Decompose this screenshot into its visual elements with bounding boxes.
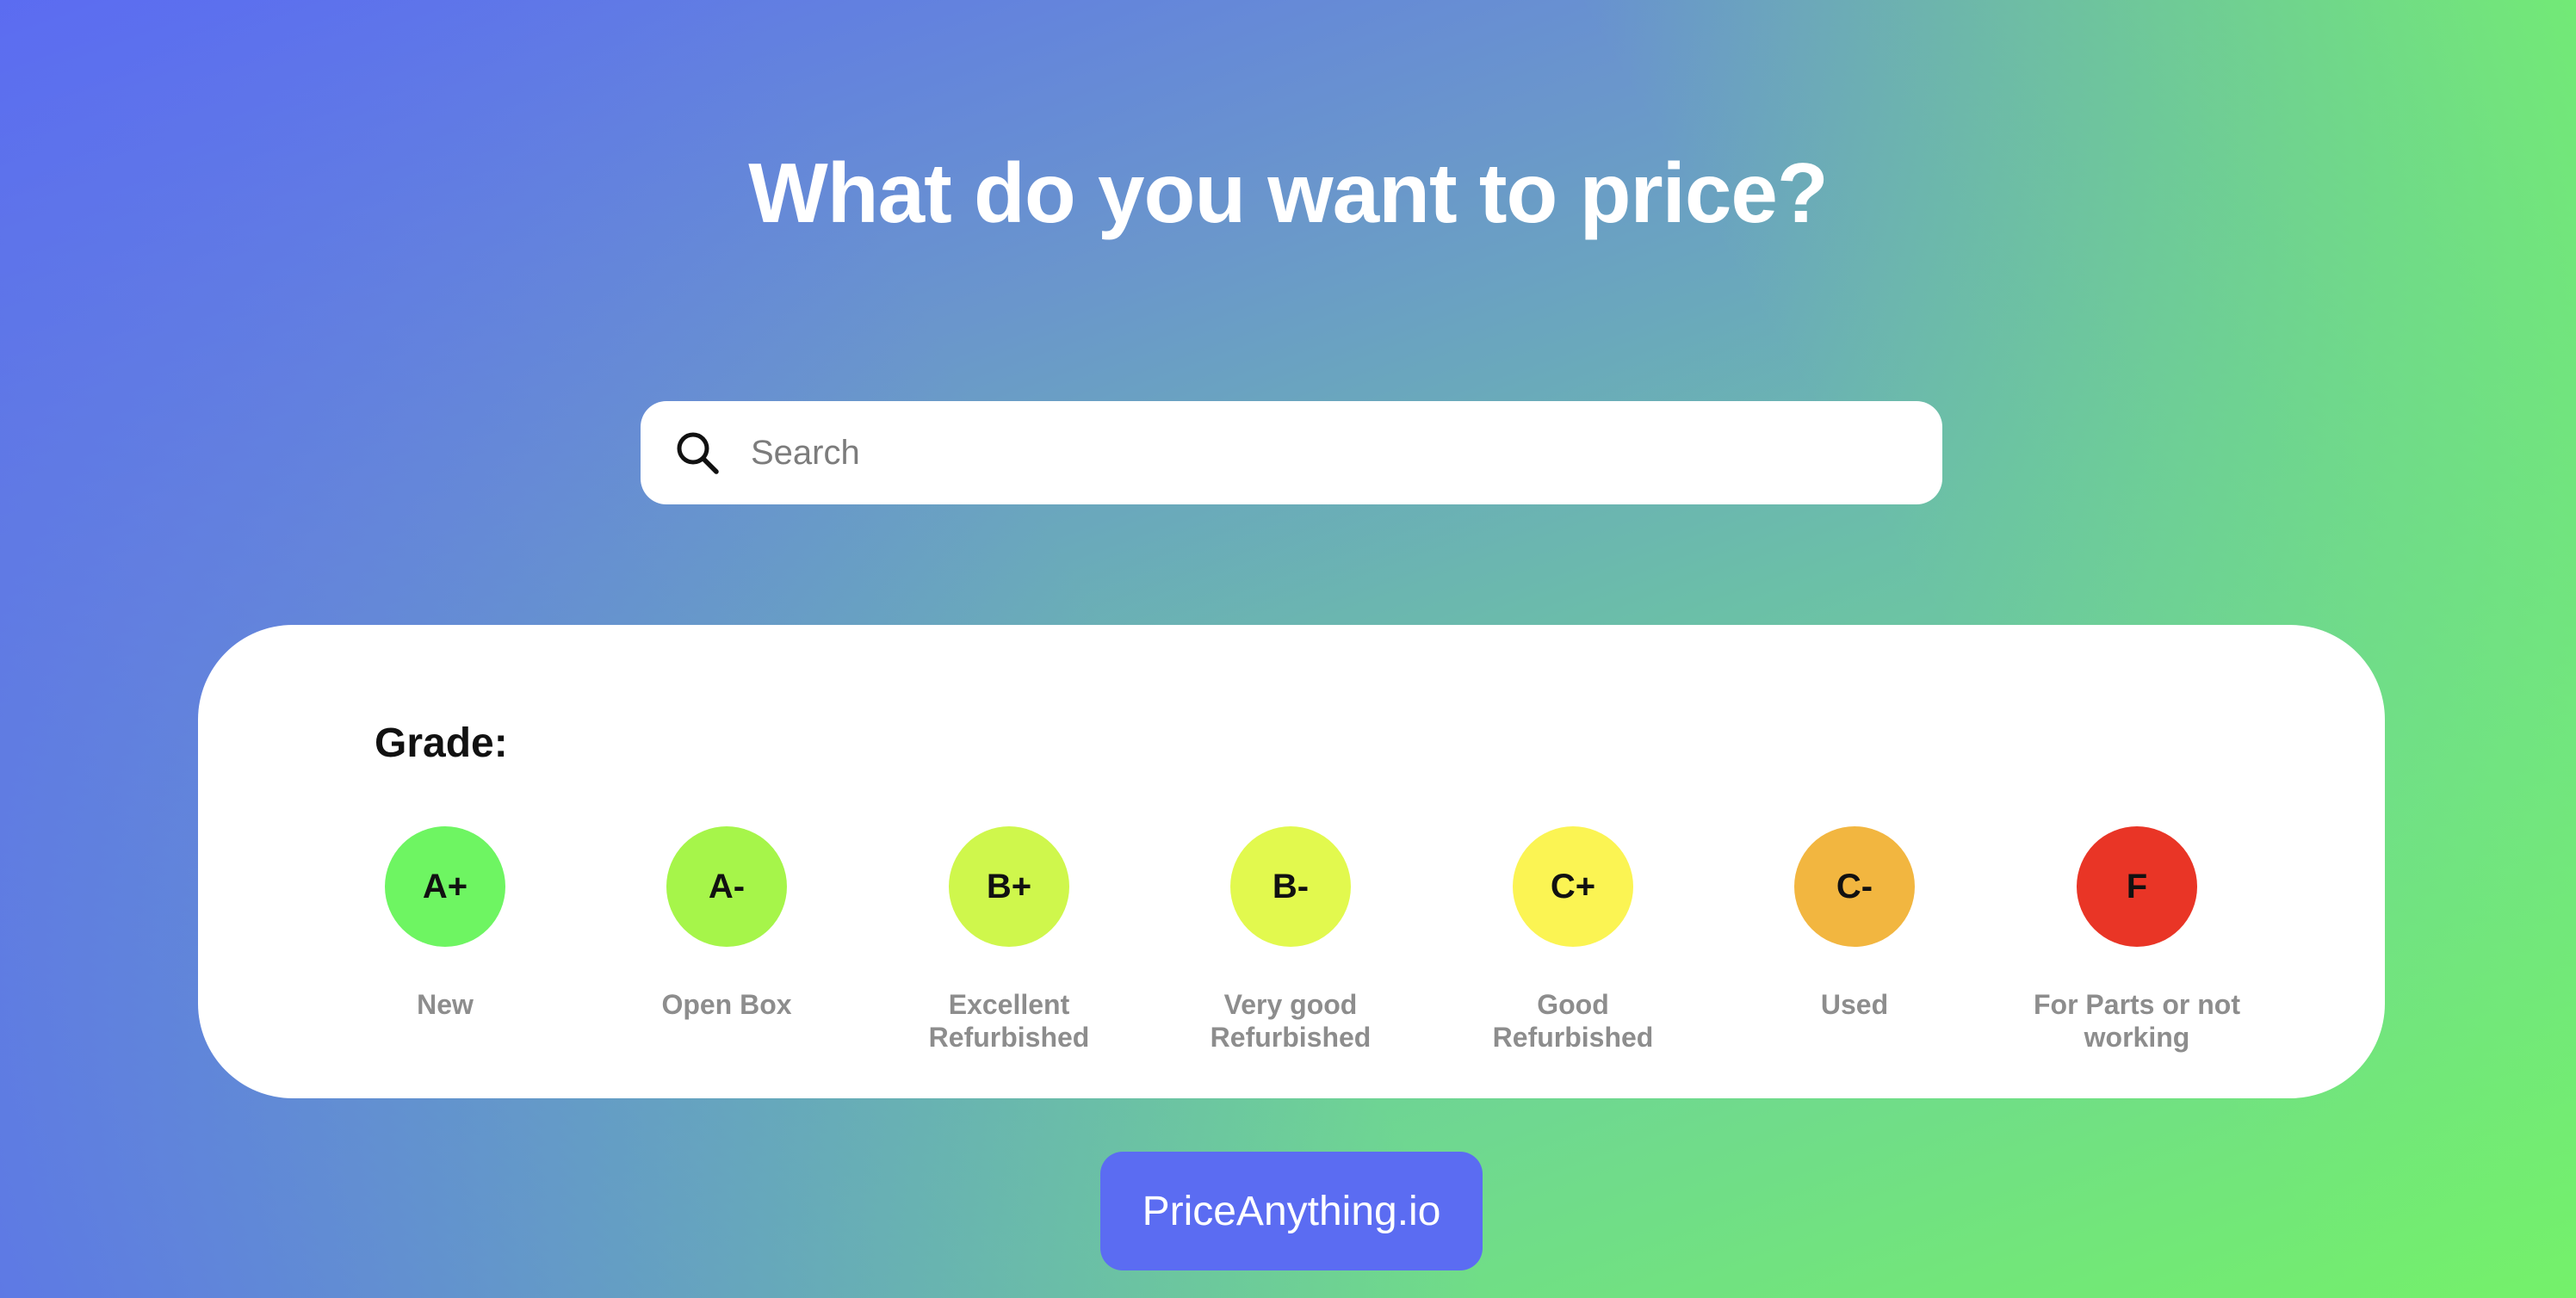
grade-panel: Grade: A+ New A- Open Box B+ Excellent R… xyxy=(198,625,2385,1098)
grade-circle[interactable]: F xyxy=(2077,826,2197,947)
grade-option-c-minus[interactable]: C- Used xyxy=(1743,826,1966,1021)
brand-button[interactable]: PriceAnything.io xyxy=(1100,1152,1483,1270)
page-title: What do you want to price? xyxy=(748,145,1828,240)
grade-circle[interactable]: A+ xyxy=(385,826,505,947)
grade-description: Used xyxy=(1820,989,1889,1020)
grade-option-f[interactable]: F For Parts or not working xyxy=(2025,826,2249,1054)
grade-option-c-plus[interactable]: C+ Good Refurbished xyxy=(1461,826,1685,1054)
grade-options: A+ New A- Open Box B+ Excellent Refurbis… xyxy=(198,826,2385,1067)
grade-circle[interactable]: C+ xyxy=(1513,826,1633,947)
grade-description: New xyxy=(417,989,474,1020)
grade-option-b-minus[interactable]: B- Very good Refurbished xyxy=(1179,826,1403,1054)
grade-option-a-minus[interactable]: A- Open Box xyxy=(615,826,839,1021)
grade-description: Good Refurbished xyxy=(1492,989,1654,1053)
grade-option-a-plus[interactable]: A+ New xyxy=(333,826,557,1021)
grade-circle[interactable]: B+ xyxy=(949,826,1069,947)
search-bar[interactable] xyxy=(641,401,1942,504)
grade-circle[interactable]: A- xyxy=(666,826,787,947)
grade-description: For Parts or not working xyxy=(2033,989,2240,1053)
grade-label: Grade: xyxy=(375,720,508,766)
grade-description: Excellent Refurbished xyxy=(928,989,1090,1053)
grade-option-b-plus[interactable]: B+ Excellent Refurbished xyxy=(897,826,1121,1054)
search-icon xyxy=(672,427,723,479)
grade-circle[interactable]: B- xyxy=(1230,826,1351,947)
grade-circle[interactable]: C- xyxy=(1794,826,1915,947)
grade-description: Very good Refurbished xyxy=(1210,989,1372,1053)
grade-description: Open Box xyxy=(661,989,792,1020)
search-input[interactable] xyxy=(749,417,1872,488)
